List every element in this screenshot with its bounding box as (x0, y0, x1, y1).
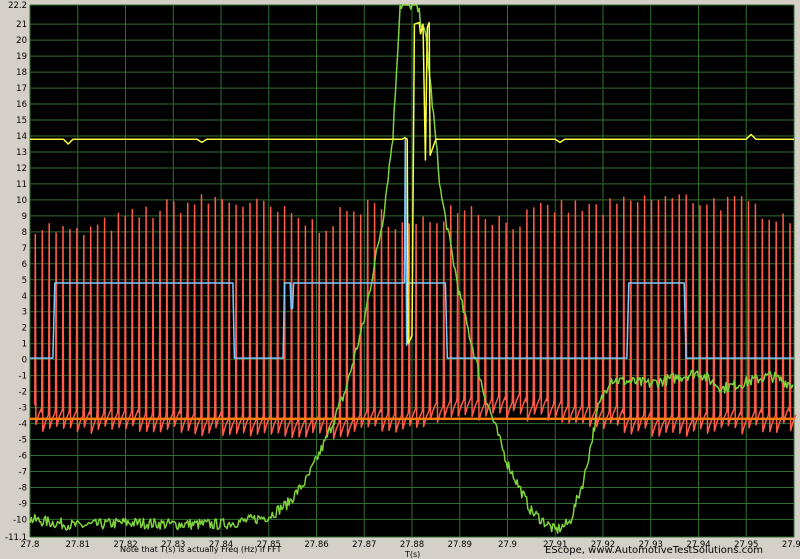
x-tick-label: 27.96 (782, 540, 800, 550)
x-tick-label: 27.87 (352, 540, 376, 550)
y-tick-label: 17 (16, 84, 27, 94)
y-tick-label: -3 (19, 404, 27, 414)
oscilloscope-chart: 22.22120191817161514131211109876543210-1… (0, 0, 800, 559)
y-tick-label: 6 (22, 260, 27, 270)
x-tick-label: 27.89 (448, 540, 472, 550)
y-tick-label: 1 (22, 340, 27, 350)
y-tick-label: 7 (22, 244, 27, 254)
y-tick-label: -10 (13, 515, 27, 525)
y-tick-label: 3 (22, 308, 27, 318)
y-tick-label: 15 (16, 116, 27, 126)
y-tick-label: 2 (22, 324, 27, 334)
y-tick-label: 20 (16, 36, 27, 46)
y-tick-label: 8 (22, 228, 27, 238)
y-tick-label: 5 (22, 276, 27, 286)
y-tick-label: 19 (16, 52, 27, 62)
y-tick-label: 16 (16, 100, 27, 110)
y-tick-label: -6 (19, 452, 27, 462)
y-tick-label: 12 (16, 164, 27, 174)
x-tick-label: 27.88 (400, 540, 424, 550)
x-axis-label: T(s) (404, 550, 420, 559)
y-tick-label: 18 (16, 68, 27, 78)
y-tick-label: -2 (19, 388, 27, 398)
y-tick-label: 11 (16, 180, 27, 190)
x-tick-label: 27.9 (498, 540, 517, 550)
x-tick-label: 27.86 (304, 540, 328, 550)
y-tick-label: 4 (22, 292, 27, 302)
y-tick-label: 10 (16, 196, 27, 206)
x-tick-label: 27.81 (66, 540, 90, 550)
y-tick-label: -9 (19, 499, 27, 509)
y-tick-label: 21 (16, 20, 27, 30)
credit-text: EScope, www.AutomotiveTestSolutions.com (545, 545, 763, 556)
fft-note: Note that T(s) is actually Freq (Hz) if … (120, 545, 281, 554)
y-tick-label: -1 (19, 372, 27, 382)
y-tick-label: 9 (22, 212, 27, 222)
y-tick-label: 0 (22, 356, 27, 366)
y-tick-label: 13 (16, 148, 27, 158)
y-tick-label: 22.2 (8, 1, 27, 11)
y-tick-label: -8 (19, 483, 27, 493)
y-tick-label: -4 (19, 420, 27, 430)
x-tick-label: 27.8 (21, 540, 40, 550)
y-tick-label: 14 (16, 132, 27, 142)
y-tick-label: -5 (19, 436, 27, 446)
y-tick-label: -7 (19, 467, 27, 477)
